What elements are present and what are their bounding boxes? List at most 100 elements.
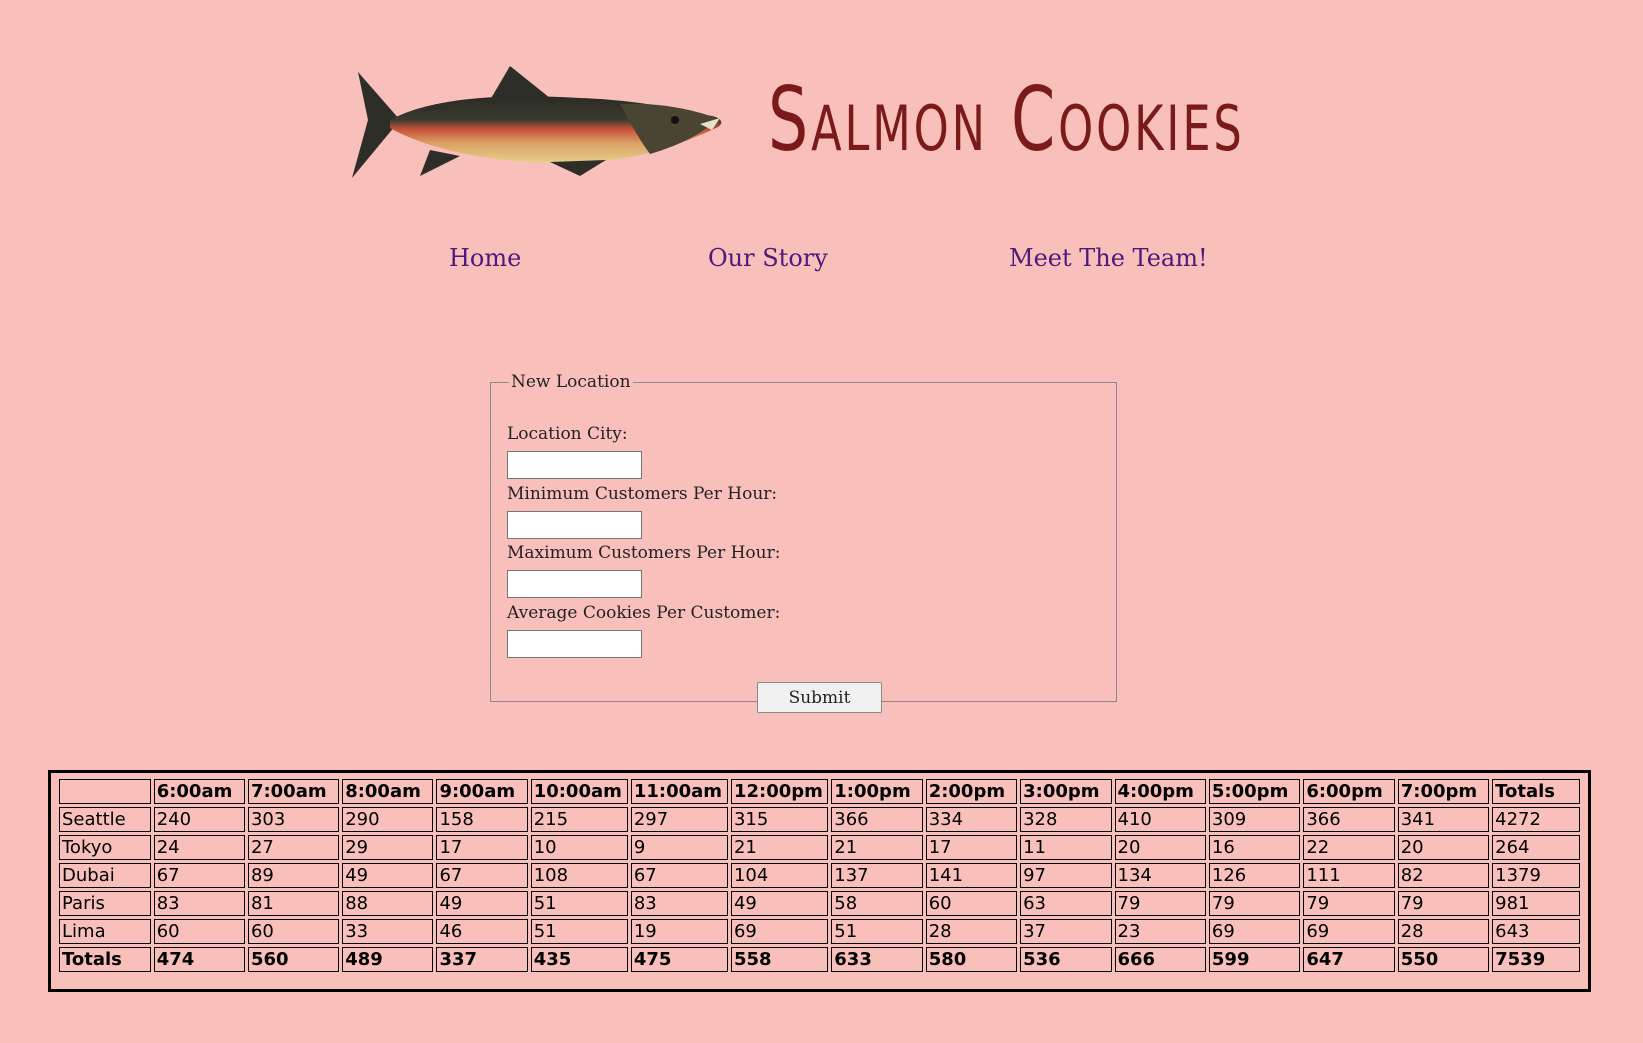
table-cell: 49 — [436, 891, 528, 916]
table-cell: 83 — [630, 891, 728, 916]
table-cell: 21 — [831, 835, 923, 860]
location-city-label: Location City: — [507, 424, 628, 444]
avg-cookies-label: Average Cookies Per Customer: — [507, 603, 781, 623]
table-cell: 51 — [530, 919, 628, 944]
table-cell: 303 — [247, 807, 340, 832]
table-header-cell: 11:00am — [630, 779, 728, 804]
table-row: Tokyo 24 27 29 17 10 9 21 21 17 11 20 16 22 20 264 — [59, 835, 1580, 860]
row-location-name: Dubai — [59, 863, 151, 888]
table-cell: 309 — [1208, 807, 1301, 832]
table-cell: 240 — [153, 807, 245, 832]
table-cell: 67 — [436, 863, 528, 888]
table-cell: 137 — [831, 863, 923, 888]
totals-cell: 489 — [342, 947, 434, 972]
totals-cell: 580 — [925, 947, 1018, 972]
new-location-form: New Location Location City: Minimum Cust… — [490, 372, 1117, 713]
table-cell: 79 — [1114, 891, 1206, 916]
totals-cell: 7539 — [1492, 947, 1580, 972]
table-cell: 97 — [1020, 863, 1112, 888]
table-cell: 60 — [925, 891, 1018, 916]
table-cell: 49 — [342, 863, 434, 888]
table-header-cell: 2:00pm — [925, 779, 1018, 804]
totals-cell: 536 — [1020, 947, 1112, 972]
table-cell: 410 — [1114, 807, 1206, 832]
sales-table-container: 6:00am 7:00am 8:00am 9:00am 10:00am 11:00am 12… — [48, 770, 1591, 992]
table-cell: 315 — [730, 807, 829, 832]
table-header-cell: 6:00pm — [1303, 779, 1395, 804]
table-header-cell: 7:00am — [247, 779, 340, 804]
table-cell: 341 — [1397, 807, 1490, 832]
table-cell: 19 — [630, 919, 728, 944]
avg-cookies-input[interactable] — [507, 630, 642, 658]
table-header-cell: 4:00pm — [1114, 779, 1206, 804]
table-cell: 9 — [630, 835, 728, 860]
table-cell: 79 — [1303, 891, 1395, 916]
table-row: Paris 83 81 88 49 51 83 49 58 60 63 79 79 79 79 981 — [59, 891, 1580, 916]
max-customers-label: Maximum Customers Per Hour: — [507, 543, 781, 563]
table-row: Dubai 67 89 49 67 108 67 104 137 141 97 134 126 111 82… — [59, 863, 1580, 888]
max-customers-input[interactable] — [507, 570, 642, 598]
table-cell: 88 — [342, 891, 434, 916]
location-city-input[interactable] — [507, 451, 642, 479]
form-legend: New Location — [511, 372, 631, 392]
table-cell: 158 — [436, 807, 528, 832]
table-cell: 215 — [530, 807, 628, 832]
table-cell: 22 — [1303, 835, 1395, 860]
table-cell: 17 — [925, 835, 1018, 860]
table-cell: 49 — [730, 891, 829, 916]
nav-link-home[interactable]: Home — [449, 244, 521, 272]
totals-cell: 633 — [831, 947, 923, 972]
table-cell: 82 — [1397, 863, 1490, 888]
nav-link-our-story[interactable]: Our Story — [708, 244, 828, 272]
table-cell: 10 — [530, 835, 628, 860]
table-cell: 81 — [247, 891, 340, 916]
table-header-cell: 5:00pm — [1208, 779, 1301, 804]
table-cell: 69 — [1208, 919, 1301, 944]
table-cell: 37 — [1020, 919, 1112, 944]
table-header-cell: 7:00pm — [1397, 779, 1490, 804]
totals-cell: 475 — [630, 947, 728, 972]
table-cell: 69 — [1303, 919, 1395, 944]
table-cell: 79 — [1208, 891, 1301, 916]
table-cell: 20 — [1114, 835, 1206, 860]
table-cell: 63 — [1020, 891, 1112, 916]
table-cell: 334 — [925, 807, 1018, 832]
totals-cell: 435 — [530, 947, 628, 972]
table-cell: 51 — [530, 891, 628, 916]
nav-link-meet-the-team[interactable]: Meet The Team! — [1009, 244, 1208, 272]
submit-button[interactable]: Submit — [757, 682, 882, 713]
table-header-cell: 3:00pm — [1020, 779, 1112, 804]
row-location-name: Paris — [59, 891, 151, 916]
table-cell: 104 — [730, 863, 829, 888]
min-customers-input[interactable] — [507, 511, 642, 539]
totals-cell: 647 — [1303, 947, 1395, 972]
min-customers-label: Minimum Customers Per Hour: — [507, 484, 778, 504]
table-cell: 79 — [1397, 891, 1490, 916]
table-totals-row: Totals 474 560 489 337 435 475 558 633 580 536 666 5… — [59, 947, 1580, 972]
table-corner-cell — [59, 779, 151, 804]
table-cell: 328 — [1020, 807, 1112, 832]
table-cell: 1379 — [1492, 863, 1580, 888]
table-cell: 264 — [1492, 835, 1580, 860]
table-cell: 28 — [925, 919, 1018, 944]
table-cell: 11 — [1020, 835, 1112, 860]
table-cell: 134 — [1114, 863, 1206, 888]
totals-cell: 474 — [153, 947, 245, 972]
sales-table: 6:00am 7:00am 8:00am 9:00am 10:00am 11:00am 12… — [56, 776, 1583, 975]
main-nav: Home Our Story Meet The Team! — [0, 244, 1643, 280]
table-cell: 51 — [831, 919, 923, 944]
totals-cell: 558 — [730, 947, 829, 972]
table-cell: 67 — [630, 863, 728, 888]
table-cell: 58 — [831, 891, 923, 916]
table-cell: 89 — [247, 863, 340, 888]
table-header-cell: 1:00pm — [831, 779, 923, 804]
table-cell: 16 — [1208, 835, 1301, 860]
totals-cell: 337 — [436, 947, 528, 972]
table-cell: 67 — [153, 863, 245, 888]
totals-cell: 666 — [1114, 947, 1206, 972]
table-cell: 366 — [831, 807, 923, 832]
totals-cell: 599 — [1208, 947, 1301, 972]
row-location-name: Seattle — [59, 807, 151, 832]
table-cell: 981 — [1492, 891, 1580, 916]
table-header-cell: Totals — [1492, 779, 1580, 804]
